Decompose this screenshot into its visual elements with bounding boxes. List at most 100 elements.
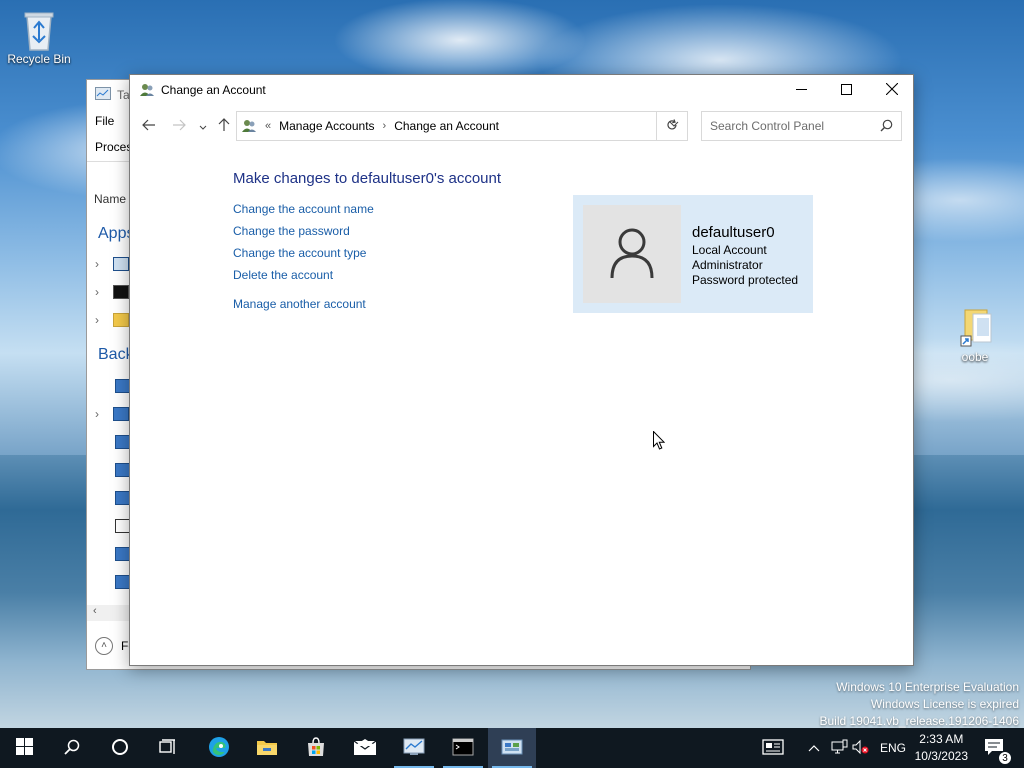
address-bar[interactable]: « Manage Accounts › Change an Account xyxy=(236,111,688,141)
clock-date: 10/3/2023 xyxy=(914,749,968,763)
process-row[interactable]: › xyxy=(95,254,129,274)
edge-taskbar-button[interactable] xyxy=(195,728,243,768)
breadcrumb-separator-icon[interactable]: › xyxy=(383,120,387,132)
folder-shortcut-icon xyxy=(955,306,995,347)
user-avatar-icon xyxy=(609,227,655,282)
change-account-name-link[interactable]: Change the account name xyxy=(233,202,374,216)
search-taskbar-button[interactable] xyxy=(48,728,96,768)
forward-button[interactable] xyxy=(169,116,189,136)
manage-another-account-link[interactable]: Manage another account xyxy=(233,297,366,311)
search-input[interactable] xyxy=(710,119,870,133)
change-password-link[interactable]: Change the password xyxy=(233,224,350,238)
edge-icon xyxy=(208,736,230,761)
search-icon xyxy=(64,739,80,758)
show-hidden-icons-chevron-icon[interactable] xyxy=(808,741,830,755)
up-button[interactable] xyxy=(214,116,234,136)
cortana-circle-icon xyxy=(111,738,129,759)
change-account-type-link[interactable]: Change the account type xyxy=(233,246,366,260)
notification-count-badge: 3 xyxy=(998,750,1012,765)
oobe-label: oobe xyxy=(961,350,989,364)
maximize-icon xyxy=(840,82,852,98)
task-manager-icon xyxy=(95,86,111,104)
menu-file[interactable]: File xyxy=(95,114,114,128)
account-card: defaultuser0 Local Account Administrator… xyxy=(573,195,813,313)
mail-icon xyxy=(353,738,377,759)
recycle-bin-icon xyxy=(19,8,59,51)
breadcrumb-overflow[interactable]: « xyxy=(265,120,271,132)
breadcrumb-change-account[interactable]: Change an Account xyxy=(394,119,499,133)
recent-locations-button[interactable] xyxy=(193,116,213,136)
folder-icon xyxy=(113,313,129,327)
task-view-button[interactable] xyxy=(144,728,192,768)
action-center-button[interactable]: 3 xyxy=(972,728,1016,768)
tab-processes-label: Proces xyxy=(95,139,133,154)
user-accounts-icon xyxy=(139,82,155,98)
minimize-icon xyxy=(795,82,807,98)
input-language-indicator[interactable]: ENG xyxy=(880,741,906,755)
chevron-right-icon[interactable]: › xyxy=(95,313,103,327)
close-button[interactable] xyxy=(869,75,915,105)
search-control-panel[interactable] xyxy=(701,111,902,141)
file-explorer-taskbar-button[interactable] xyxy=(243,728,291,768)
refresh-button[interactable] xyxy=(656,111,688,141)
news-and-interests-icon[interactable] xyxy=(762,738,788,758)
chevron-down-icon xyxy=(199,118,207,134)
network-icon[interactable] xyxy=(830,739,852,758)
recycle-bin-desktop-icon[interactable]: Recycle Bin xyxy=(0,8,78,66)
mouse-cursor-icon xyxy=(653,430,666,453)
notification-icon: 3 xyxy=(984,738,1012,765)
windows-logo-icon xyxy=(15,738,33,758)
account-type: Local Account xyxy=(692,243,767,257)
oobe-shortcut-desktop-icon[interactable]: oobe xyxy=(936,306,1014,364)
arrow-right-icon xyxy=(172,118,186,134)
account-password-status: Password protected xyxy=(692,273,799,287)
control-panel-icon xyxy=(501,738,523,759)
cortana-button[interactable] xyxy=(96,728,144,768)
process-row[interactable]: › xyxy=(95,282,129,302)
maximize-button[interactable] xyxy=(823,75,869,105)
user-accounts-icon xyxy=(241,118,257,134)
store-bag-icon xyxy=(306,736,326,760)
store-taskbar-button[interactable] xyxy=(292,728,340,768)
close-icon xyxy=(885,82,899,98)
page-heading: Make changes to defaultuser0's account xyxy=(233,170,502,187)
address-toolbar: « Manage Accounts › Change an Account xyxy=(130,110,915,142)
horizontal-scrollbar[interactable]: ‹ xyxy=(87,605,131,621)
clock-time: 2:33 AM xyxy=(919,732,964,746)
chevron-up-icon: ˄ xyxy=(95,637,113,655)
window-titlebar[interactable]: Change an Account xyxy=(130,75,913,105)
chevron-right-icon[interactable]: › xyxy=(95,257,103,271)
search-icon[interactable] xyxy=(880,119,893,135)
task-manager-taskbar-button[interactable] xyxy=(390,728,438,768)
task-manager-icon xyxy=(402,737,426,760)
chevron-right-icon[interactable]: › xyxy=(95,285,103,299)
folder-icon xyxy=(256,738,278,759)
process-row[interactable]: › xyxy=(95,310,129,330)
column-header-name[interactable]: Name xyxy=(94,192,126,206)
mail-taskbar-button[interactable] xyxy=(341,728,389,768)
minimize-button[interactable] xyxy=(778,75,824,105)
chevron-right-icon[interactable]: › xyxy=(95,407,103,421)
volume-muted-icon[interactable] xyxy=(852,739,878,758)
process-row[interactable]: › xyxy=(95,404,129,424)
watermark-license: Windows License is expired xyxy=(870,697,1019,711)
breadcrumb-manage-accounts[interactable]: Manage Accounts xyxy=(279,119,374,133)
command-prompt-taskbar-button[interactable] xyxy=(439,728,487,768)
account-name: defaultuser0 xyxy=(692,224,775,241)
taskbar-clock[interactable]: 2:33 AM 10/3/2023 xyxy=(915,731,968,765)
scroll-left-icon[interactable]: ‹ xyxy=(93,605,97,617)
delete-account-link[interactable]: Delete the account xyxy=(233,268,333,282)
recycle-bin-label: Recycle Bin xyxy=(7,52,71,66)
account-role: Administrator xyxy=(692,258,763,272)
back-button[interactable] xyxy=(139,116,159,136)
start-button[interactable] xyxy=(0,728,48,768)
watermark-edition: Windows 10 Enterprise Evaluation xyxy=(836,680,1019,694)
arrow-up-icon xyxy=(218,117,230,135)
process-icon xyxy=(113,407,129,421)
app-icon xyxy=(113,257,129,271)
arrow-left-icon xyxy=(142,118,156,134)
control-panel-taskbar-button[interactable] xyxy=(488,728,536,768)
change-account-window[interactable]: Change an Account « Manage Accounts › Ch… xyxy=(129,74,914,666)
refresh-icon xyxy=(666,118,678,134)
console-icon xyxy=(452,738,474,759)
